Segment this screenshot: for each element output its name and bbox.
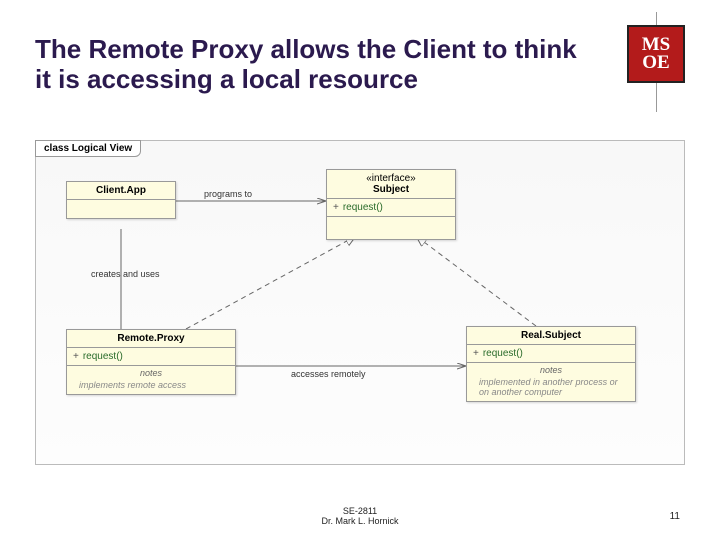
edge-label-accesses-remotely: accesses remotely xyxy=(291,369,366,379)
subject-title: Subject xyxy=(333,184,449,195)
subject-empty xyxy=(327,217,455,239)
proxy-notes-section: notes implements remote access xyxy=(67,366,235,394)
logo-line2: OE xyxy=(642,54,669,72)
client-empty xyxy=(67,200,175,218)
uml-class-client: Client.App xyxy=(66,181,176,219)
edge-label-creates-uses: creates and uses xyxy=(91,269,160,279)
real-notes-header: notes xyxy=(473,365,629,375)
msoe-logo: MS OE xyxy=(627,25,685,83)
footer-author: Dr. Mark L. Hornick xyxy=(0,516,720,526)
uml-interface-subject: «interface» Subject + request() xyxy=(326,169,456,240)
proxy-ops: + request() xyxy=(67,348,235,366)
real-ops: + request() xyxy=(467,345,635,363)
real-op: request() xyxy=(483,348,523,359)
slide-footer: SE-2811 Dr. Mark L. Hornick xyxy=(0,506,720,526)
real-op-vis: + xyxy=(473,348,479,359)
edge-label-programs-to: programs to xyxy=(204,189,252,199)
diagram-label: class Logical View xyxy=(35,140,141,157)
page-number: 11 xyxy=(670,511,680,522)
proxy-op-vis: + xyxy=(73,351,79,362)
proxy-op: request() xyxy=(83,351,123,362)
proxy-title: Remote.Proxy xyxy=(67,330,235,348)
footer-course: SE-2811 xyxy=(0,506,720,516)
client-title: Client.App xyxy=(67,182,175,200)
subject-op-vis: + xyxy=(333,202,339,213)
uml-class-realsubject: Real.Subject + request() notes implemente… xyxy=(466,326,636,402)
proxy-notes-header: notes xyxy=(73,368,229,378)
subject-op: request() xyxy=(343,202,383,213)
real-notes-section: notes implemented in another process or … xyxy=(467,363,635,401)
real-notes: implemented in another process or on ano… xyxy=(473,375,629,401)
subject-ops: + request() xyxy=(327,199,455,217)
uml-diagram: class Logical View Client.App «interface… xyxy=(35,140,685,465)
subject-header: «interface» Subject xyxy=(327,170,455,199)
proxy-notes: implements remote access xyxy=(73,378,229,394)
page-title: The Remote Proxy allows the Client to th… xyxy=(35,35,595,95)
real-title: Real.Subject xyxy=(467,327,635,345)
uml-class-remoteproxy: Remote.Proxy + request() notes implements… xyxy=(66,329,236,395)
subject-stereotype: «interface» xyxy=(333,173,449,184)
